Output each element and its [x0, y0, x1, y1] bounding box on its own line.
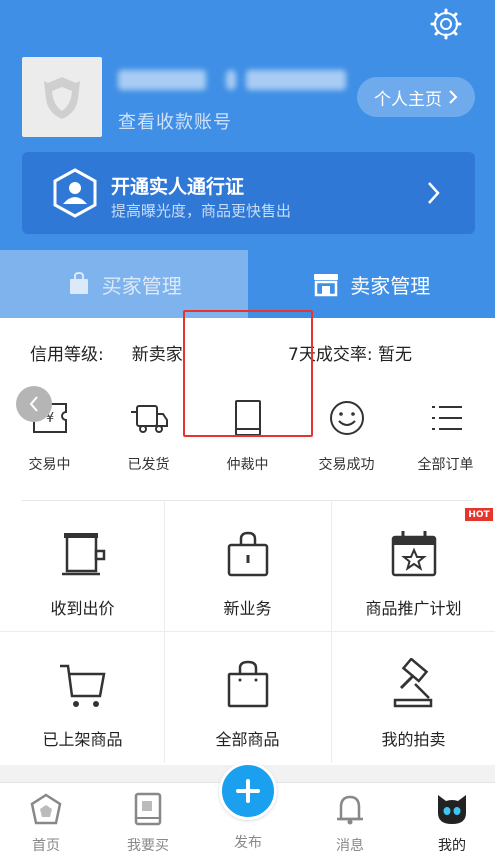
nav-publish-label: 发布	[234, 835, 262, 851]
list-icon	[431, 406, 462, 430]
back-button[interactable]	[16, 386, 52, 422]
service-all-products-label: 全部商品	[215, 730, 280, 749]
order-shipped-label: 已发货	[127, 457, 170, 473]
chevron-right-icon	[428, 182, 440, 204]
nav-messages-label: 消息	[336, 838, 364, 854]
order-in-progress-label: 交易中	[28, 457, 71, 473]
truck-icon	[130, 405, 168, 433]
verified-user-shield-icon	[53, 168, 97, 218]
nav-messages[interactable]: 消息	[310, 791, 390, 855]
service-listed-products-label: 已上架商品	[42, 730, 123, 749]
lock-bag-icon	[227, 531, 268, 577]
tab-seller-management[interactable]: 卖家管理	[247, 250, 495, 318]
default-avatar-icon	[44, 77, 80, 119]
nav-buy[interactable]: 我要买	[108, 791, 188, 855]
banner-title: 开通实人通行证	[111, 176, 245, 198]
nav-home-label: 首页	[32, 838, 60, 854]
service-listed-products[interactable]: 已上架商品	[0, 632, 165, 763]
order-arbitration-label: 仲裁中	[226, 457, 269, 473]
service-all-products[interactable]: 全部商品	[165, 632, 330, 763]
plus-icon	[236, 779, 260, 803]
nav-mine-label: 我的	[438, 838, 466, 854]
service-received-bids-label: 收到出价	[50, 599, 115, 618]
home-icon	[30, 793, 62, 825]
publish-button[interactable]	[219, 762, 277, 820]
bell-icon	[337, 795, 363, 825]
avatar[interactable]	[22, 57, 102, 137]
bag-icon	[69, 271, 88, 294]
service-product-promotion-label: 商品推广计划	[365, 599, 462, 618]
order-all[interactable]: 全部订单	[396, 398, 495, 498]
service-new-business[interactable]: 新业务	[165, 501, 330, 632]
credit-level: 信用等级: 新卖家	[30, 340, 183, 365]
profile-home-button[interactable]: 个人主页	[357, 77, 475, 117]
nav-home[interactable]: 首页	[6, 791, 86, 855]
service-my-auctions-label: 我的拍卖	[381, 730, 446, 749]
view-payment-account-link[interactable]: 查看收款账号	[118, 108, 232, 134]
nav-publish[interactable]: 发布	[218, 762, 278, 854]
cart-icon	[59, 664, 105, 707]
hot-badge: HOT	[465, 508, 493, 521]
tab-buyer-label: 买家管理	[101, 273, 182, 298]
gavel-icon	[393, 658, 432, 708]
calendar-star-icon	[391, 531, 436, 577]
service-new-business-label: 新业务	[223, 599, 272, 618]
deal-rate-value: 暂无	[377, 345, 412, 365]
chevron-left-icon	[29, 396, 38, 412]
chevron-right-icon	[449, 90, 458, 104]
smile-icon	[329, 401, 364, 435]
role-tabs: 买家管理 卖家管理	[0, 250, 495, 318]
tab-seller-label: 卖家管理	[350, 273, 431, 298]
tab-buyer-management[interactable]: 买家管理	[0, 250, 248, 318]
real-name-verification-banner[interactable]: 开通实人通行证 提高曝光度，商品更快售出	[22, 152, 475, 234]
shopping-bag-icon	[227, 660, 268, 708]
order-all-label: 全部订单	[417, 457, 474, 473]
service-my-auctions[interactable]: 我的拍卖	[331, 632, 495, 763]
settings-gear-icon[interactable]	[430, 8, 462, 40]
bid-cup-icon	[61, 533, 105, 576]
service-received-bids[interactable]: 收到出价	[0, 501, 165, 632]
nav-mine[interactable]: 我的	[412, 791, 492, 855]
store-icon	[314, 274, 339, 297]
cat-icon	[438, 795, 466, 824]
banner-subtitle: 提高曝光度，商品更快售出	[111, 202, 292, 220]
highlight-box	[183, 310, 313, 437]
credit-level-value: 新卖家	[131, 345, 183, 365]
profile-home-label: 个人主页	[374, 89, 442, 110]
username-blurred	[118, 70, 348, 90]
seller-services-grid: 收到出价 新业务 商品推广计划 已上架商品 全部商品 我的拍卖 HOT	[0, 501, 495, 763]
buy-book-icon	[134, 792, 162, 826]
nav-buy-label: 我要买	[127, 838, 169, 854]
order-completed-label: 交易成功	[318, 457, 375, 473]
credit-level-label: 信用等级:	[30, 345, 104, 365]
